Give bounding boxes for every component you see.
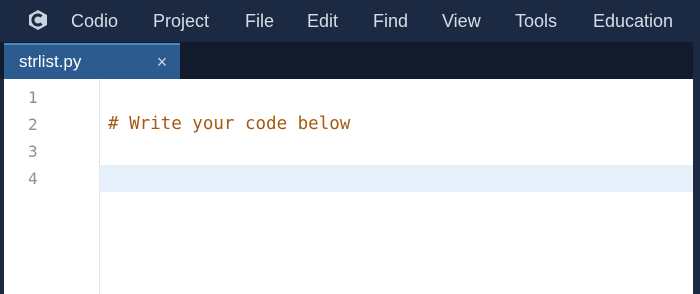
line-number: 1 xyxy=(28,88,38,107)
menu-view[interactable]: View xyxy=(442,9,481,33)
tab-strlist-py[interactable]: strlist.py × xyxy=(4,43,180,79)
close-icon[interactable]: × xyxy=(154,52,170,72)
line-number: 2 xyxy=(28,115,38,134)
menu-edit[interactable]: Edit xyxy=(307,9,338,33)
menu-tools[interactable]: Tools xyxy=(515,9,557,33)
menu-education[interactable]: Education xyxy=(593,9,673,33)
line-number-gutter: 1 2 3 4 xyxy=(4,79,100,294)
line-number: 4 xyxy=(28,169,38,188)
tab-strip: strlist.py × xyxy=(0,42,700,79)
menu-project[interactable]: Project xyxy=(153,9,209,33)
right-panel-edge xyxy=(693,42,700,294)
codio-logo-icon[interactable] xyxy=(26,8,50,32)
code-comment: # Write your code below xyxy=(108,114,351,134)
line-number: 3 xyxy=(28,142,38,161)
code-editor[interactable]: # Write your code below xyxy=(100,79,693,294)
menu-file[interactable]: File xyxy=(245,9,274,33)
active-line-highlight xyxy=(100,165,693,192)
menu-bar: Codio Project File Edit Find View Tools … xyxy=(0,0,700,43)
menu-codio[interactable]: Codio xyxy=(71,9,118,33)
ide-window: Codio Project File Edit Find View Tools … xyxy=(0,0,700,294)
menu-find[interactable]: Find xyxy=(373,9,408,33)
tab-label: strlist.py xyxy=(19,52,82,71)
